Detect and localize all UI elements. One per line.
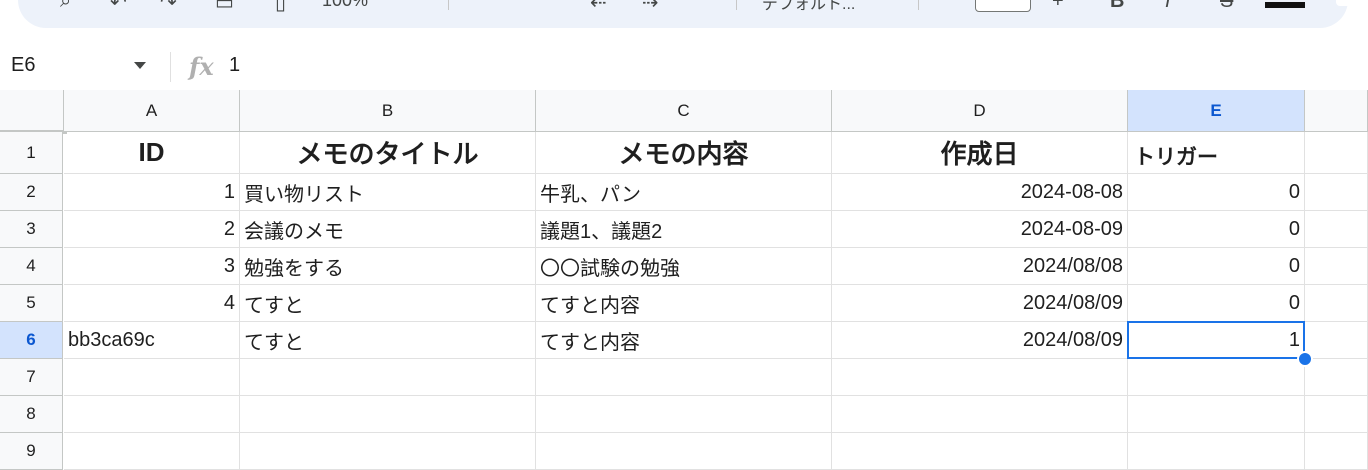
cell-b6[interactable]: てすと xyxy=(240,322,536,359)
cell-e9[interactable] xyxy=(1128,433,1305,470)
toolbar: ⌕ ↶ ↷ ▭ ▯ 100% ⇠ ⇢ デフォルト... + B I S xyxy=(0,0,1368,46)
cell-b9[interactable] xyxy=(240,433,536,470)
cell-d5[interactable]: 2024/08/09 xyxy=(832,285,1128,322)
font-select[interactable]: デフォルト... xyxy=(762,0,855,14)
cell-a1[interactable]: ID xyxy=(64,132,240,174)
cell-a9[interactable] xyxy=(64,433,240,470)
row-header-5[interactable]: 5 xyxy=(0,285,63,322)
cell-c1[interactable]: メモの内容 xyxy=(536,132,832,174)
toolbar-more[interactable] xyxy=(1336,0,1368,6)
cell-d8[interactable] xyxy=(832,396,1128,433)
formula-bar: E6 fx 1 xyxy=(0,46,1368,90)
cell-d1[interactable]: 作成日 xyxy=(832,132,1128,174)
toolbar-divider xyxy=(918,0,919,10)
row-header-2[interactable]: 2 xyxy=(0,174,63,211)
cell-f1[interactable] xyxy=(1305,132,1368,174)
row-header-4[interactable]: 4 xyxy=(0,248,63,285)
cell-b2[interactable]: 買い物リスト xyxy=(240,174,536,211)
cell-f2[interactable] xyxy=(1305,174,1368,211)
cell-d3[interactable]: 2024-08-09 xyxy=(832,211,1128,248)
formula-input[interactable]: 1 xyxy=(229,54,240,77)
zoom-select[interactable]: 100% xyxy=(322,0,368,11)
cell-e8[interactable] xyxy=(1128,396,1305,433)
cell-c3[interactable]: 議題1、議題2 xyxy=(536,211,832,248)
cell-b3[interactable]: 会議のメモ xyxy=(240,211,536,248)
cell-c9[interactable] xyxy=(536,433,832,470)
redo-icon[interactable]: ↷ xyxy=(160,0,177,15)
toolbar-divider xyxy=(448,0,449,10)
text-color-swatch xyxy=(1265,2,1305,8)
cell-a7[interactable] xyxy=(64,359,240,396)
cell-f5[interactable] xyxy=(1305,285,1368,322)
row-header-1[interactable]: 1 xyxy=(0,132,63,174)
cell-f9[interactable] xyxy=(1305,433,1368,470)
cell-e1[interactable]: トリガー xyxy=(1128,132,1305,174)
cell-c6[interactable]: てすと内容 xyxy=(536,322,832,359)
cell-f8[interactable] xyxy=(1305,396,1368,433)
cell-a4[interactable]: 3 xyxy=(64,248,240,285)
column-header-c[interactable]: C xyxy=(536,90,832,132)
cell-e3[interactable]: 0 xyxy=(1128,211,1305,248)
fill-handle[interactable] xyxy=(1297,351,1313,367)
cell-f6[interactable] xyxy=(1305,322,1368,359)
row-header-6[interactable]: 6 xyxy=(0,322,63,359)
increase-font-icon[interactable]: + xyxy=(1052,0,1064,13)
cell-c5[interactable]: てすと内容 xyxy=(536,285,832,322)
cell-a3[interactable]: 2 xyxy=(64,211,240,248)
select-all-corner[interactable] xyxy=(0,90,67,134)
cell-a5[interactable]: 4 xyxy=(64,285,240,322)
column-header-e[interactable]: E xyxy=(1128,90,1305,132)
cell-c2[interactable]: 牛乳、パン xyxy=(536,174,832,211)
sheet-grid[interactable]: A B C D E 1 ID メモのタイトル メモの内容 作成日 トリガー 2 1 買い物リスト 牛乳、パン… xyxy=(0,90,1368,470)
cell-f3[interactable] xyxy=(1305,211,1368,248)
column-header-b[interactable]: B xyxy=(240,90,536,132)
cell-d7[interactable] xyxy=(832,359,1128,396)
cell-f7[interactable] xyxy=(1305,359,1368,396)
increase-decimal-icon[interactable]: ⇢ xyxy=(642,0,659,15)
row-header-3[interactable]: 3 xyxy=(0,211,63,248)
row-header-8[interactable]: 8 xyxy=(0,396,63,433)
fx-icon: fx xyxy=(189,52,214,81)
cell-e2[interactable]: 0 xyxy=(1128,174,1305,211)
cell-b5[interactable]: てすと xyxy=(240,285,536,322)
cell-a6[interactable]: bb3ca69c xyxy=(64,322,240,359)
cell-b1[interactable]: メモのタイトル xyxy=(240,132,536,174)
cell-a2[interactable]: 1 xyxy=(64,174,240,211)
cell-c8[interactable] xyxy=(536,396,832,433)
paint-format-icon[interactable]: ▯ xyxy=(275,0,286,15)
bold-button[interactable]: B xyxy=(1110,0,1124,13)
decrease-decimal-icon[interactable]: ⇠ xyxy=(590,0,607,15)
toolbar-divider xyxy=(736,0,737,10)
font-size-input[interactable] xyxy=(975,0,1031,12)
name-box[interactable]: E6 xyxy=(11,54,35,77)
cell-d6[interactable]: 2024/08/09 xyxy=(832,322,1128,359)
cell-d4[interactable]: 2024/08/08 xyxy=(832,248,1128,285)
column-header-a[interactable]: A xyxy=(64,90,240,132)
column-header-f[interactable] xyxy=(1305,90,1368,132)
undo-icon[interactable]: ↶ xyxy=(110,0,127,15)
selected-cell-outline xyxy=(1127,321,1305,359)
cell-e5[interactable]: 0 xyxy=(1128,285,1305,322)
italic-button[interactable]: I xyxy=(1165,0,1171,13)
cell-b4[interactable]: 勉強をする xyxy=(240,248,536,285)
print-icon[interactable]: ▭ xyxy=(215,0,234,15)
row-header-9[interactable]: 9 xyxy=(0,433,63,470)
cell-e4[interactable]: 0 xyxy=(1128,248,1305,285)
cell-d2[interactable]: 2024-08-08 xyxy=(832,174,1128,211)
column-header-d[interactable]: D xyxy=(832,90,1128,132)
cell-b7[interactable] xyxy=(240,359,536,396)
chevron-down-icon[interactable] xyxy=(134,62,146,69)
cell-c7[interactable] xyxy=(536,359,832,396)
cell-f4[interactable] xyxy=(1305,248,1368,285)
cell-c4[interactable]: 〇〇試験の勉強 xyxy=(536,248,832,285)
cell-e7[interactable] xyxy=(1128,359,1305,396)
formula-divider xyxy=(170,52,171,82)
search-icon[interactable]: ⌕ xyxy=(60,0,71,13)
cell-b8[interactable] xyxy=(240,396,536,433)
cell-a8[interactable] xyxy=(64,396,240,433)
cell-d9[interactable] xyxy=(832,433,1128,470)
strikethrough-button[interactable]: S xyxy=(1220,0,1233,13)
row-header-7[interactable]: 7 xyxy=(0,359,63,396)
